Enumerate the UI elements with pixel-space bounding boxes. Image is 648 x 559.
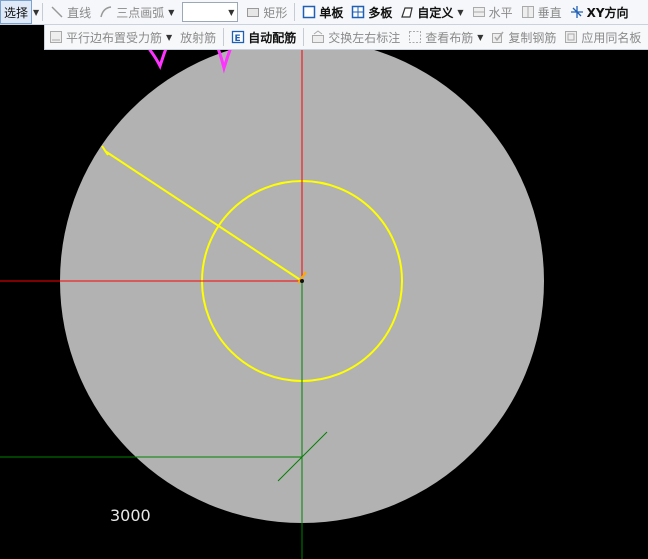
arc-icon (99, 5, 113, 19)
vertical-label: 垂直 (537, 5, 562, 20)
vertical-icon (521, 5, 535, 19)
line-icon (50, 5, 64, 19)
apply-same-name-button[interactable]: 应用同名板 (560, 26, 645, 48)
select-label: 选择 (4, 5, 29, 20)
apply-same-name-icon (564, 30, 578, 44)
single-slab-icon (302, 5, 316, 19)
auto-rebar-button[interactable]: E 自动配筋 (227, 26, 300, 48)
dimension-label: 3000 (110, 506, 151, 525)
line-button[interactable]: 直线 (46, 1, 95, 23)
origin-point (300, 279, 304, 283)
svg-text:E: E (235, 34, 241, 44)
parallel-rebar-label: 平行边布置受力筋 (66, 30, 163, 45)
copy-rebar-button[interactable]: 复制钢筋 (487, 26, 560, 48)
single-slab-label: 单板 (319, 5, 344, 20)
custom-dropdown-icon[interactable]: ▼ (457, 8, 463, 17)
single-slab-button[interactable]: 单板 (298, 1, 347, 23)
auto-rebar-icon: E (231, 30, 245, 44)
view-rebar-button[interactable]: 查看布筋 ▼ (404, 26, 487, 48)
radial-rebar-button[interactable]: 放射筋 (176, 26, 220, 48)
custom-icon (400, 5, 414, 19)
swap-labels-button[interactable]: 交换左右标注 (307, 26, 404, 48)
line-label: 直线 (67, 5, 92, 20)
horizontal-label: 水平 (488, 5, 513, 20)
arc-label: 三点画弧 (116, 5, 165, 20)
three-point-arc-button[interactable]: 三点画弧 ▼ (95, 1, 178, 23)
select-button[interactable]: 选择 (0, 0, 33, 24)
toolbar-separator (223, 28, 225, 46)
combo-dropdown-icon: ▼ (228, 7, 235, 17)
auto-rebar-label: 自动配筋 (248, 30, 297, 45)
view-rebar-label: 查看布筋 (425, 30, 474, 45)
copy-rebar-icon (491, 30, 505, 44)
horizontal-button[interactable]: 水平 (468, 1, 517, 23)
parallel-rebar-button[interactable]: 平行边布置受力筋 ▼ (45, 26, 176, 48)
arc-dropdown-icon[interactable]: ▼ (168, 8, 174, 17)
select-dropdown-icon[interactable]: ▼ (33, 8, 39, 17)
view-rebar-icon (408, 30, 422, 44)
parallel-dropdown-icon[interactable]: ▼ (166, 33, 172, 42)
xy-direction-label: XY方向 (586, 5, 629, 20)
toolbar-separator (42, 3, 44, 21)
rectangle-icon (246, 5, 260, 19)
copy-rebar-label: 复制钢筋 (508, 30, 557, 45)
toolbar-separator (303, 28, 305, 46)
swap-labels-icon (311, 30, 325, 44)
xy-direction-icon (570, 5, 584, 19)
parallel-rebar-icon (49, 30, 63, 44)
multi-slab-icon (351, 5, 365, 19)
multi-slab-label: 多板 (368, 5, 393, 20)
toolbar-separator (294, 3, 296, 21)
multi-slab-button[interactable]: 多板 (347, 1, 396, 23)
toolbar-draw: 选择 ▼ 直线 三点画弧 ▼ ▼ 矩形 单板 多板 自定义 ▼ 水平 垂直 XY… (0, 0, 648, 25)
custom-label: 自定义 (417, 5, 454, 20)
vertical-button[interactable]: 垂直 (517, 1, 566, 23)
view-rebar-dropdown-icon[interactable]: ▼ (477, 33, 483, 42)
element-combo[interactable]: ▼ (182, 2, 239, 22)
apply-same-name-label: 应用同名板 (581, 30, 642, 45)
radial-rebar-label: 放射筋 (180, 30, 217, 45)
drawing-canvas[interactable] (0, 0, 648, 559)
toolbar-rebar: 平行边布置受力筋 ▼ 放射筋 E 自动配筋 交换左右标注 查看布筋 ▼ 复制钢筋… (44, 25, 648, 50)
rectangle-button[interactable]: 矩形 (242, 1, 291, 23)
swap-labels-label: 交换左右标注 (328, 30, 401, 45)
rectangle-label: 矩形 (263, 5, 288, 20)
custom-button[interactable]: 自定义 ▼ (396, 1, 467, 23)
xy-direction-button[interactable]: XY方向 (566, 1, 633, 23)
horizontal-icon (472, 5, 486, 19)
